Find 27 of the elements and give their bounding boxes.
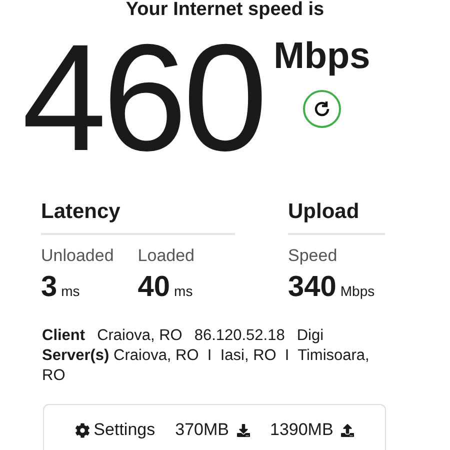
upload-icon [341,424,354,436]
client-label: Client [42,326,86,346]
metric-value: 340 [288,272,336,302]
speed-value: 460 [22,23,264,173]
metric-unit: ms [61,282,80,301]
section-title: Latency [41,199,235,236]
servers-text: Server(s) Craiova, RO I Iasi, RO I Timisoara, RO [42,346,370,386]
refresh-icon [312,100,331,118]
metric-value: 3 [41,272,58,302]
gear-icon [74,422,90,438]
upload-amount: 1390MB [270,419,334,442]
client-location: Craiova, RO [97,326,182,346]
client-isp: Digi [296,326,324,346]
download-amount: 370MB [175,419,229,442]
speed-unit: Mbps [274,37,370,74]
metric-unit: ms [174,282,193,301]
client-ip: 86.120.52.18 [194,326,285,346]
metric-unit: Mbps [340,282,375,301]
header-text: Your Internet speed is [126,0,324,20]
section-title: Upload [288,199,385,236]
metric-label: Unloaded [41,245,114,268]
metric-value: 40 [138,272,170,302]
settings-button[interactable]: Settings [74,419,156,441]
refresh-button[interactable] [302,90,341,128]
metric-label: Speed [288,245,338,268]
metric-label: Loaded [138,245,195,268]
download-icon [236,424,250,436]
